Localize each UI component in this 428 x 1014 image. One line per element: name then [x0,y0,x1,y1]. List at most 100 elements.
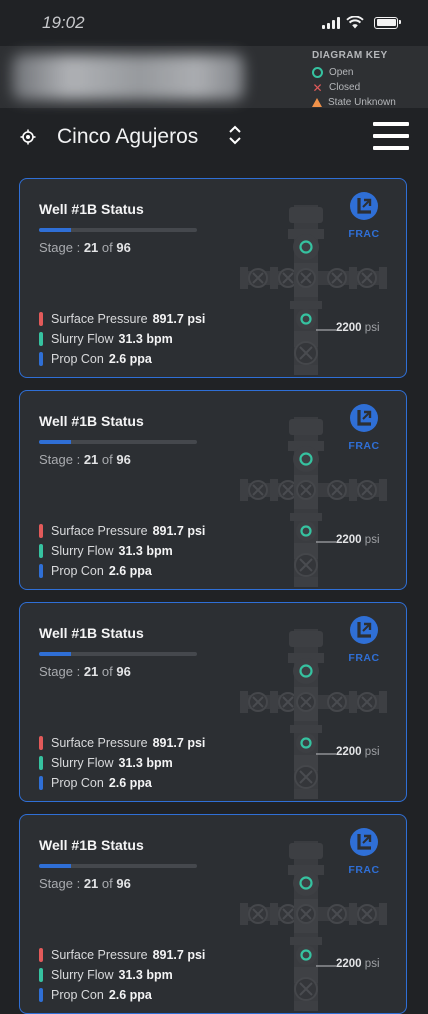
metric-label: Slurry Flow [51,544,114,558]
metric-color-bar [39,352,43,366]
stage-label: Stage : [39,664,81,679]
metric-surface-pressure: Surface Pressure 891.7 psi [39,733,205,753]
stage-total: 96 [116,240,131,255]
metric-label: Slurry Flow [51,968,114,982]
metric-label: Slurry Flow [51,756,114,770]
card-title: Well #1B Status [39,837,144,853]
stage-text: Stage : 21 of 96 [39,452,131,467]
metric-label: Surface Pressure [51,312,148,326]
key-label-unknown: State Unknown [328,97,396,108]
metric-label: Prop Con [51,352,104,366]
metric-value: 2.6 ppa [108,352,152,366]
metric-surface-pressure: Surface Pressure 891.7 psi [39,309,205,329]
pressure-unit: psi [364,746,380,758]
metric-color-bar [39,544,43,558]
well-status-card[interactable]: Well #1B Status Stage : 21 of 96 Surface… [19,178,407,378]
location-target-icon[interactable] [20,129,36,145]
metric-color-bar [39,756,43,770]
stage-progress-fill [39,652,71,656]
metric-value: 891.7 psi [152,736,206,750]
metric-color-bar [39,524,43,538]
stage-progress-fill [39,228,71,232]
pressure-value: 2200 [336,534,362,546]
stage-total: 96 [116,664,131,679]
key-label-closed: Closed [329,82,361,93]
stage-progress-bar [39,440,197,444]
wellhead-pressure: 2200 psi [336,322,380,334]
metric-prop-con: Prop Con 2.6 ppa [39,773,205,793]
open-circle-icon [312,67,323,78]
well-status-card[interactable]: Well #1B Status Stage : 21 of 96 Surface… [19,390,407,590]
stage-of: of [101,664,113,679]
well-status-card[interactable]: Well #1B Status Stage : 21 of 96 Surface… [19,814,407,1014]
stage-text: Stage : 21 of 96 [39,240,131,255]
key-label-open: Open [329,67,354,78]
stage-text: Stage : 21 of 96 [39,876,131,891]
metric-value: 891.7 psi [152,524,206,538]
wellhead-diagram [240,629,387,799]
metrics-list: Surface Pressure 891.7 psi Slurry Flow 31.3… [39,945,205,1005]
unknown-triangle-icon [312,98,322,107]
hamburger-menu-icon[interactable] [373,122,409,150]
diagram-key: DIAGRAM KEY Open ✕ Closed State Unknown [312,50,396,110]
metric-surface-pressure: Surface Pressure 891.7 psi [39,945,205,965]
site-name[interactable]: Cinco Agujeros [57,125,198,149]
stage-of: of [101,240,113,255]
header-strip: DIAGRAM KEY Open ✕ Closed State Unknown [0,46,428,108]
stage-label: Stage : [39,876,81,891]
well-status-card[interactable]: Well #1B Status Stage : 21 of 96 Surface… [19,602,407,802]
metric-value: 31.3 bpm [118,332,173,346]
stage-of: of [101,452,113,467]
card-title: Well #1B Status [39,413,144,429]
metric-label: Surface Pressure [51,524,148,538]
stage-label: Stage : [39,240,81,255]
metric-value: 2.6 ppa [108,776,152,790]
diagram-key-title: DIAGRAM KEY [312,50,388,61]
pressure-unit: psi [364,322,380,334]
metric-label: Surface Pressure [51,736,148,750]
metric-value: 891.7 psi [152,312,206,326]
metric-color-bar [39,968,43,982]
metric-color-bar [39,312,43,326]
stage-progress-fill [39,864,71,868]
metric-label: Prop Con [51,776,104,790]
metric-value: 2.6 ppa [108,988,152,1002]
status-bar: 19:02 [0,0,428,46]
stage-current: 21 [83,876,99,891]
metric-value: 891.7 psi [152,948,206,962]
stage-current: 21 [83,452,99,467]
stage-progress-bar [39,228,197,232]
metric-color-bar [39,988,43,1002]
metric-slurry-flow: Slurry Flow 31.3 bpm [39,965,205,985]
pressure-unit: psi [364,534,380,546]
metric-surface-pressure: Surface Pressure 891.7 psi [39,521,205,541]
wellhead-pressure: 2200 psi [336,746,380,758]
pressure-unit: psi [364,958,380,970]
wellhead-diagram [240,841,387,1011]
metric-slurry-flow: Slurry Flow 31.3 bpm [39,753,205,773]
metric-color-bar [39,736,43,750]
blurred-logo [12,54,244,100]
metric-value: 31.3 bpm [118,756,173,770]
metric-label: Prop Con [51,564,104,578]
metric-value: 2.6 ppa [108,564,152,578]
card-title: Well #1B Status [39,201,144,217]
card-title: Well #1B Status [39,625,144,641]
key-row-open: Open [312,65,396,80]
wifi-icon [346,16,364,29]
stage-current: 21 [83,664,99,679]
key-row-closed: ✕ Closed [312,80,396,95]
site-selector-bar: Cinco Agujeros [0,108,428,166]
wellhead-diagram [240,417,387,587]
metric-color-bar [39,332,43,346]
pressure-value: 2200 [336,322,362,334]
metric-slurry-flow: Slurry Flow 31.3 bpm [39,541,205,561]
metric-label: Slurry Flow [51,332,114,346]
metric-prop-con: Prop Con 2.6 ppa [39,985,205,1005]
metric-value: 31.3 bpm [118,544,173,558]
metric-prop-con: Prop Con 2.6 ppa [39,561,205,581]
closed-x-icon: ✕ [312,80,323,95]
chevron-up-down-icon[interactable] [228,124,242,146]
metrics-list: Surface Pressure 891.7 psi Slurry Flow 31.3… [39,309,205,369]
battery-icon [374,16,401,29]
